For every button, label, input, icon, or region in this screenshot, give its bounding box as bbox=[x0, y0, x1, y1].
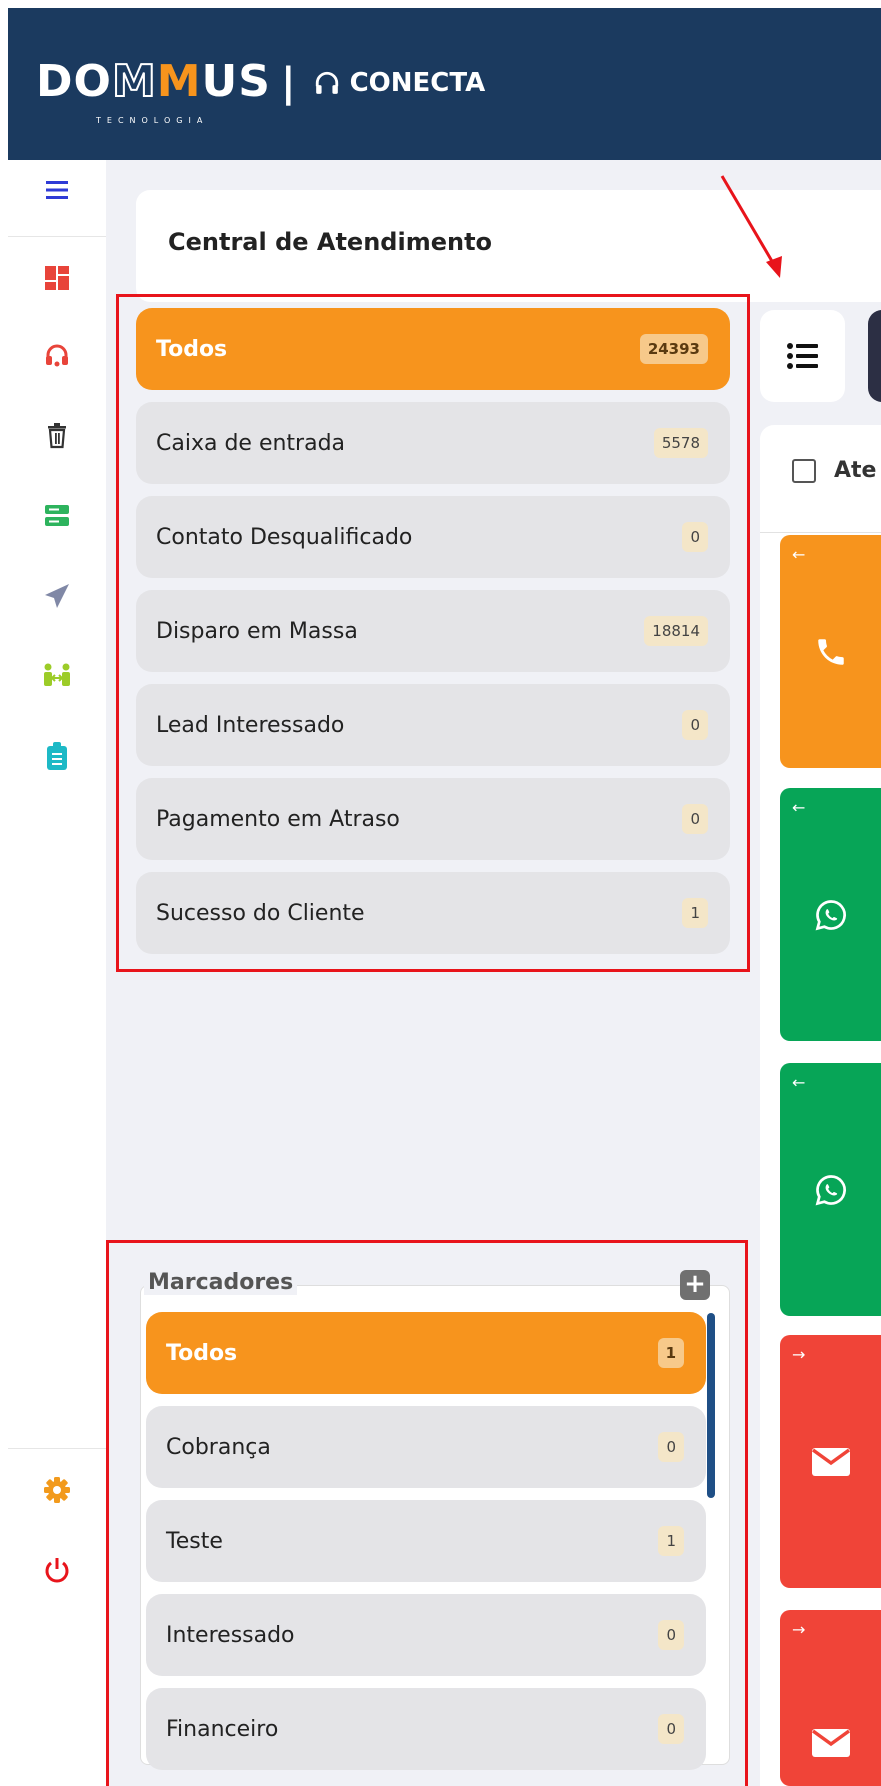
marker-item-cobranca[interactable]: Cobrança 0 bbox=[146, 1406, 706, 1488]
count-badge: 0 bbox=[658, 1620, 684, 1650]
attendance-card-whatsapp[interactable]: ← bbox=[780, 788, 881, 1041]
count-badge: 18814 bbox=[644, 616, 708, 646]
headphones-icon bbox=[315, 71, 338, 94]
hamburger-menu-icon bbox=[46, 181, 68, 199]
count-badge: 0 bbox=[682, 522, 708, 552]
category-item-contato-desqualificado[interactable]: Contato Desqualificado 0 bbox=[136, 496, 730, 578]
count-badge: 0 bbox=[682, 710, 708, 740]
envelope-icon bbox=[811, 1447, 850, 1476]
sidebar-item-send[interactable] bbox=[8, 566, 106, 626]
marker-label: Todos bbox=[166, 1340, 238, 1366]
direction-arrow: ← bbox=[792, 1073, 806, 1092]
category-label: Caixa de entrada bbox=[156, 430, 346, 456]
dommus-logo[interactable]: DOMMUS TECNOLOGIA | CONECTA bbox=[36, 55, 486, 125]
page-title: Central de Atendimento bbox=[168, 228, 493, 256]
count-badge: 1 bbox=[682, 898, 708, 928]
sidebar-item-transfer[interactable] bbox=[8, 646, 106, 706]
sidebar-divider bbox=[8, 236, 106, 237]
sidebar-divider bbox=[8, 1448, 106, 1449]
whatsapp-icon bbox=[815, 899, 846, 930]
marker-item-teste[interactable]: Teste 1 bbox=[146, 1500, 706, 1582]
people-exchange-icon bbox=[44, 663, 70, 686]
category-item-pagamento-em-atraso[interactable]: Pagamento em Atraso 0 bbox=[136, 778, 730, 860]
direction-arrow: → bbox=[792, 1345, 806, 1364]
paper-plane-icon bbox=[45, 584, 69, 608]
product-label: CONECTA bbox=[349, 68, 486, 98]
list-icon bbox=[786, 343, 818, 369]
select-all-checkbox[interactable] bbox=[792, 458, 816, 483]
logo-separator: | bbox=[280, 60, 296, 106]
sidebar-item-dashboard[interactable] bbox=[8, 248, 106, 308]
category-label: Todos bbox=[156, 336, 228, 362]
sidebar-item-servers[interactable] bbox=[8, 486, 106, 546]
marker-item-todos[interactable]: Todos 1 bbox=[146, 1312, 706, 1394]
category-item-caixa-de-entrada[interactable]: Caixa de entrada 5578 bbox=[136, 402, 730, 484]
marker-label: Cobrança bbox=[166, 1434, 271, 1460]
markers-scrollbar[interactable] bbox=[707, 1313, 715, 1498]
clipboard-icon bbox=[47, 742, 67, 770]
table-header-divider bbox=[760, 532, 881, 533]
category-label: Pagamento em Atraso bbox=[156, 806, 400, 832]
category-label: Sucesso do Cliente bbox=[156, 900, 365, 926]
marker-item-financeiro[interactable]: Financeiro 0 bbox=[146, 1688, 706, 1770]
phone-icon bbox=[817, 638, 844, 665]
markers-title: Marcadores bbox=[144, 1270, 298, 1295]
menu-toggle-button[interactable] bbox=[8, 160, 106, 220]
attendance-card-phone[interactable]: ← bbox=[780, 535, 881, 768]
whatsapp-icon bbox=[815, 1174, 846, 1205]
count-badge: 0 bbox=[682, 804, 708, 834]
category-item-todos[interactable]: Todos 24393 bbox=[136, 308, 730, 390]
category-item-disparo-em-massa[interactable]: Disparo em Massa 18814 bbox=[136, 590, 730, 672]
count-badge: 1 bbox=[657, 1338, 684, 1368]
dashboard-icon bbox=[45, 266, 69, 290]
category-label: Disparo em Massa bbox=[156, 618, 358, 644]
marker-item-interessado[interactable]: Interessado 0 bbox=[146, 1594, 706, 1676]
top-header: DOMMUS TECNOLOGIA | CONECTA bbox=[8, 8, 881, 160]
count-badge: 0 bbox=[658, 1714, 684, 1744]
sidebar-item-support[interactable] bbox=[8, 326, 106, 386]
marker-label: Interessado bbox=[166, 1622, 295, 1648]
direction-arrow: → bbox=[792, 1620, 806, 1639]
attendance-card-whatsapp[interactable]: ← bbox=[780, 1063, 881, 1316]
product-name: CONECTA bbox=[314, 68, 486, 98]
list-view-button[interactable] bbox=[760, 310, 845, 402]
envelope-icon bbox=[811, 1729, 850, 1757]
server-icon bbox=[45, 505, 69, 526]
category-item-lead-interessado[interactable]: Lead Interessado 0 bbox=[136, 684, 730, 766]
attendance-card-email[interactable]: → bbox=[780, 1335, 881, 1588]
count-badge: 0 bbox=[658, 1432, 684, 1462]
category-label: Lead Interessado bbox=[156, 712, 345, 738]
power-icon bbox=[45, 1558, 69, 1583]
category-label: Contato Desqualificado bbox=[156, 524, 413, 550]
headset-icon bbox=[46, 344, 68, 367]
attendance-card-email[interactable]: → bbox=[780, 1610, 881, 1786]
count-badge: 1 bbox=[658, 1526, 684, 1556]
secondary-view-button[interactable] bbox=[868, 310, 881, 402]
table-header: Ate bbox=[792, 458, 876, 483]
marker-label: Teste bbox=[166, 1528, 223, 1554]
marker-label: Financeiro bbox=[166, 1716, 279, 1742]
count-badge: 24393 bbox=[639, 334, 708, 364]
trash-icon bbox=[48, 423, 66, 449]
app-root: DOMMUS TECNOLOGIA | CONECTA Central de A… bbox=[0, 0, 881, 1786]
sidebar-item-settings[interactable] bbox=[8, 1460, 106, 1520]
sidebar-item-logout[interactable] bbox=[8, 1540, 106, 1600]
direction-arrow: ← bbox=[792, 798, 806, 817]
add-marker-button[interactable]: + bbox=[680, 1270, 710, 1300]
table-header-label: Ate bbox=[834, 458, 877, 483]
count-badge: 5578 bbox=[653, 428, 708, 458]
sidebar-item-trash[interactable] bbox=[8, 406, 106, 466]
direction-arrow: ← bbox=[792, 545, 806, 564]
icon-sidebar bbox=[8, 160, 106, 1786]
logo-subtitle: TECNOLOGIA bbox=[96, 116, 209, 125]
annotation-arrow bbox=[720, 175, 782, 278]
gear-icon bbox=[44, 1477, 70, 1503]
logo-wordmark: DOMMUS bbox=[36, 55, 271, 108]
category-item-sucesso-do-cliente[interactable]: Sucesso do Cliente 1 bbox=[136, 872, 730, 954]
sidebar-item-tasks[interactable] bbox=[8, 726, 106, 786]
